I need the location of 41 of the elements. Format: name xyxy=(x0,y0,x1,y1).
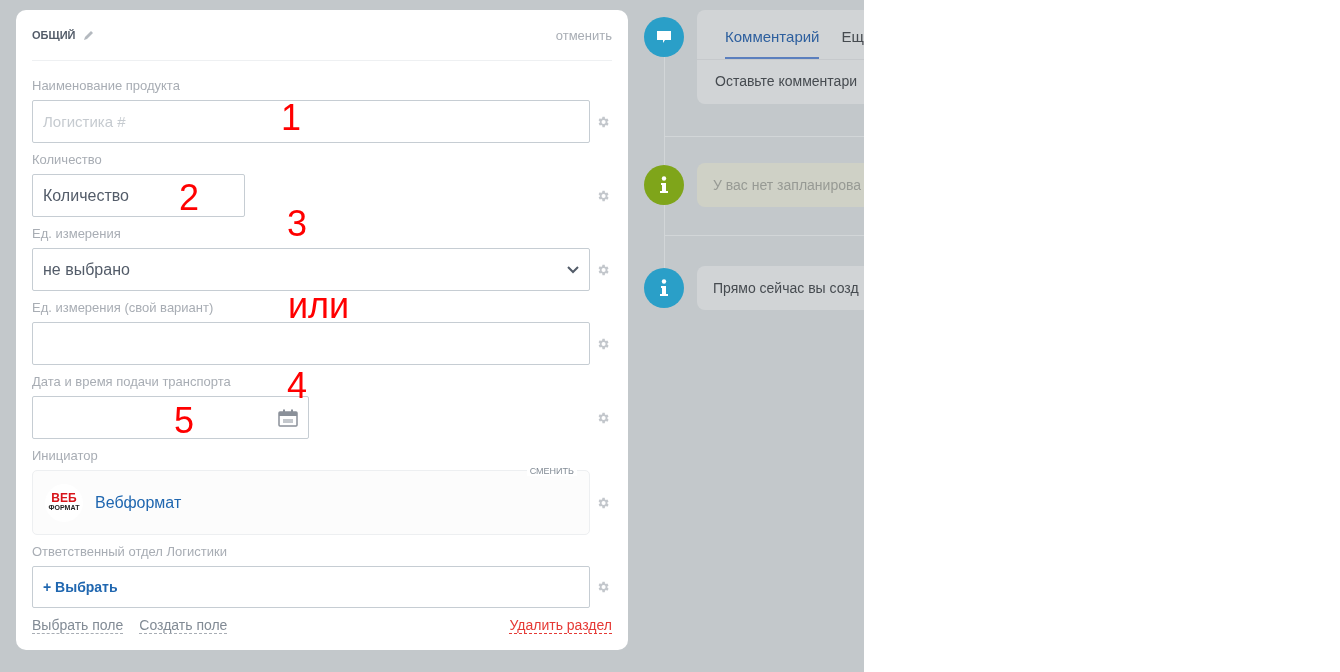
settings-icon[interactable] xyxy=(596,495,610,510)
field-link[interactable]: Создать поле xyxy=(139,617,228,634)
info-message: Прямо сейчас вы созд xyxy=(697,266,864,310)
annotation-mark: 1 xyxy=(281,100,302,136)
info-message: У вас нет запланирова xyxy=(697,163,864,207)
tab[interactable]: Ещ xyxy=(841,10,864,59)
annotation-mark: 2 xyxy=(179,180,200,216)
annotation-mark: 4 xyxy=(287,368,308,404)
settings-icon[interactable] xyxy=(596,188,610,203)
settings-icon[interactable] xyxy=(596,114,610,129)
field-label: Ед. измерения xyxy=(32,226,121,241)
field-label: Количество xyxy=(32,152,102,167)
date-field[interactable] xyxy=(32,396,309,439)
calendar-icon[interactable] xyxy=(278,408,298,427)
comment-prompt[interactable]: Оставьте комментари xyxy=(697,60,864,104)
add-link[interactable]: + Выбрать xyxy=(43,579,118,595)
annotation-mark: 3 xyxy=(287,206,308,242)
tab[interactable]: Комментарий xyxy=(725,10,820,59)
settings-icon[interactable] xyxy=(596,336,610,351)
change-link[interactable]: СМЕНИТЬ xyxy=(526,466,577,476)
select-field[interactable]: не выбрано xyxy=(32,248,590,291)
cancel-link[interactable]: отменить xyxy=(555,27,612,43)
section-title: ОБЩИЙ xyxy=(32,29,76,41)
settings-icon[interactable] xyxy=(596,580,610,594)
field-label: Дата и время подачи транспорта xyxy=(32,374,231,389)
chevron-down-icon xyxy=(567,265,579,274)
field-placeholder: Логистика # xyxy=(43,113,126,130)
text-field[interactable] xyxy=(32,322,590,365)
field-label: Инициатор xyxy=(32,448,98,463)
field-label: Ед. измерения (свой вариант) xyxy=(32,300,214,315)
settings-icon[interactable] xyxy=(596,410,610,425)
field-label: Наименование продукта xyxy=(32,78,180,93)
field-link[interactable]: Выбрать поле xyxy=(32,617,124,634)
settings-icon[interactable] xyxy=(596,262,610,277)
annotation-mark: или xyxy=(288,288,350,324)
delete-link[interactable]: Удалить раздел xyxy=(509,617,612,634)
field-value: Количество xyxy=(43,186,129,205)
field-label: Ответственный отдел Логистики xyxy=(32,544,227,559)
annotation-mark: 5 xyxy=(174,403,195,439)
pencil-icon[interactable] xyxy=(83,29,96,41)
company-link[interactable]: Вебформат xyxy=(95,493,182,512)
